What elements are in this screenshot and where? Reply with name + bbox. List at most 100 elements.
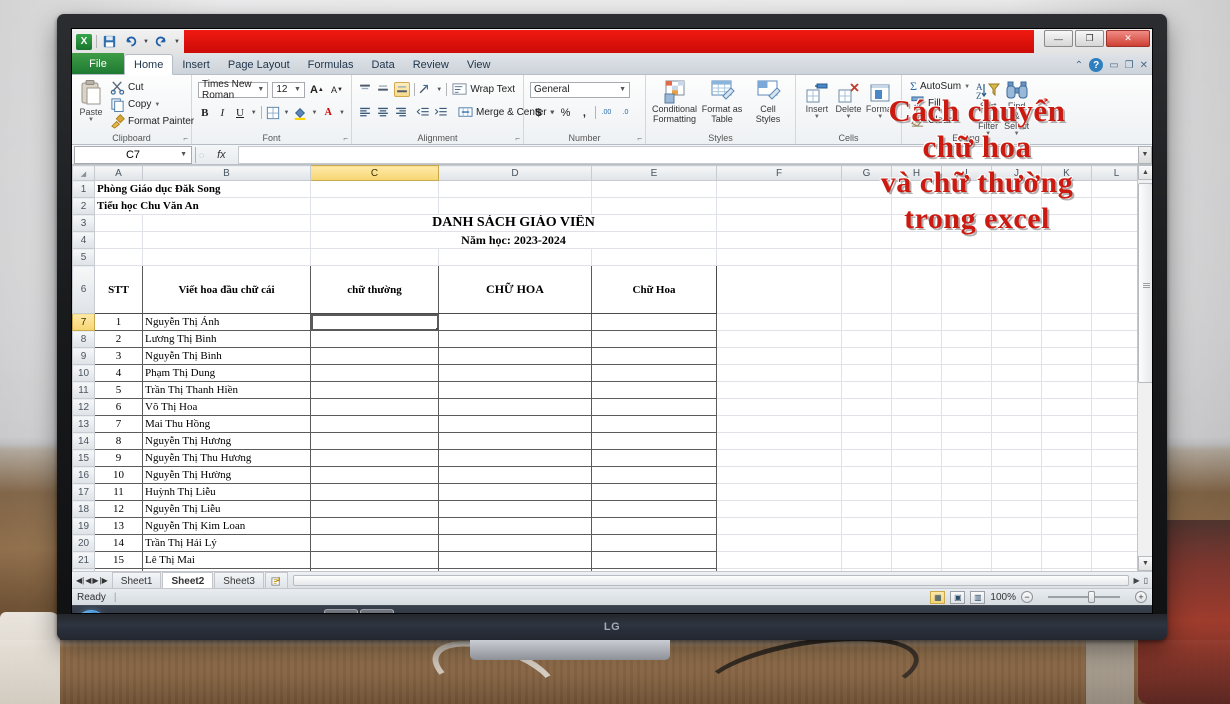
copy-dropdown-icon[interactable]: ▼ — [154, 102, 160, 108]
cell-a1[interactable]: Phòng Giáo dục Đăk Song — [94, 180, 311, 198]
cell-d9[interactable] — [438, 347, 592, 365]
cell-i4[interactable] — [941, 231, 992, 249]
cell-j15[interactable] — [991, 449, 1042, 467]
cell-g4[interactable] — [841, 231, 892, 249]
font-dialog-launcher-icon[interactable]: ⌐ — [343, 134, 348, 143]
cell-b5[interactable] — [142, 248, 311, 266]
table-row[interactable]: 18 12 Nguyễn Thị Liễu — [72, 500, 1142, 518]
row-header-11[interactable]: 11 — [72, 381, 95, 399]
cell-h18[interactable] — [891, 500, 942, 518]
column-header-a[interactable]: A — [94, 165, 143, 181]
cell-b18[interactable]: Nguyễn Thị Liễu — [142, 500, 311, 518]
cell-d2[interactable] — [438, 197, 592, 215]
zoom-slider-knob[interactable] — [1088, 591, 1095, 603]
cell-i14[interactable] — [941, 432, 992, 450]
cell-a2[interactable]: Tiểu học Chu Văn An — [94, 197, 311, 215]
cell-c21[interactable] — [310, 551, 439, 569]
underline-dropdown-icon[interactable]: ▼ — [251, 110, 257, 116]
column-header-b[interactable]: B — [142, 165, 311, 181]
cell-l16[interactable] — [1091, 466, 1142, 484]
column-header-j[interactable]: J — [991, 165, 1042, 181]
find-select-button[interactable]: Find & Select ▼ — [1004, 79, 1029, 137]
cell-a17[interactable]: 11 — [94, 483, 143, 501]
cell-i2[interactable] — [941, 197, 992, 215]
cell-l1[interactable] — [1091, 180, 1142, 198]
clipboard-dialog-launcher-icon[interactable]: ⌐ — [183, 134, 188, 143]
cell-c9[interactable] — [310, 347, 439, 365]
table-row[interactable]: 2 Tiểu học Chu Văn An — [72, 197, 1142, 215]
last-sheet-icon[interactable]: |▶ — [100, 576, 108, 585]
cell-i8[interactable] — [941, 330, 992, 348]
cell-a5[interactable] — [94, 248, 143, 266]
normal-view-button[interactable]: ▦ — [930, 590, 946, 604]
redo-icon[interactable] — [153, 33, 170, 50]
ribbon-window-icons[interactable]: ⌃ ? ▭ ❐ ✕ — [1075, 58, 1148, 72]
increase-indent-button[interactable] — [434, 105, 448, 120]
cell-f3[interactable] — [716, 214, 842, 232]
cell-k14[interactable] — [1041, 432, 1092, 450]
cell-h2[interactable] — [891, 197, 942, 215]
cell-g5[interactable] — [841, 248, 892, 266]
cell-f4[interactable] — [716, 231, 842, 249]
column-header-e[interactable]: E — [591, 165, 717, 181]
cell-c22[interactable] — [310, 568, 439, 571]
row-header-2[interactable]: 2 — [72, 197, 95, 215]
table-row[interactable]: 16 10 Nguyễn Thị Hường — [72, 466, 1142, 484]
cell-g16[interactable] — [841, 466, 892, 484]
cell-k17[interactable] — [1041, 483, 1092, 501]
cell-k21[interactable] — [1041, 551, 1092, 569]
cell-a16[interactable]: 10 — [94, 466, 143, 484]
cell-a12[interactable]: 6 — [94, 398, 143, 416]
cell-d21[interactable] — [438, 551, 592, 569]
cell-d20[interactable] — [438, 534, 592, 552]
maximize-button[interactable]: ❐ — [1075, 30, 1104, 47]
format-dropdown-icon[interactable]: ▼ — [877, 114, 883, 120]
cell-a20[interactable]: 14 — [94, 534, 143, 552]
cell-h5[interactable] — [891, 248, 942, 266]
cell-l6[interactable] — [1091, 265, 1142, 314]
header-cell-e[interactable]: Chữ Hoa — [591, 265, 717, 314]
tab-formulas[interactable]: Formulas — [299, 55, 363, 74]
row-header-21[interactable]: 21 — [72, 551, 95, 569]
cell-i5[interactable] — [941, 248, 992, 266]
column-header-d[interactable]: D — [438, 165, 592, 181]
spreadsheet-grid[interactable]: ◢ A B C D E F G H I J K L 1 Phòng Giáo d… — [72, 165, 1152, 571]
first-sheet-icon[interactable]: ◀| — [76, 576, 84, 585]
close-window-icon[interactable]: ✕ — [1140, 60, 1148, 71]
cell-i16[interactable] — [941, 466, 992, 484]
undo-icon[interactable] — [122, 33, 139, 50]
table-row[interactable]: 1 Phòng Giáo dục Đăk Song — [72, 180, 1142, 198]
cell-l19[interactable] — [1091, 517, 1142, 535]
cell-g17[interactable] — [841, 483, 892, 501]
cell-i21[interactable] — [941, 551, 992, 569]
cell-b4[interactable] — [142, 231, 311, 249]
cell-h19[interactable] — [891, 517, 942, 535]
decrease-font-size-button[interactable]: A ▼ — [329, 82, 345, 98]
cell-a4[interactable] — [94, 231, 143, 249]
italic-button[interactable]: I — [216, 105, 230, 121]
table-row[interactable]: 20 14 Trần Thị Hải Lý — [72, 534, 1142, 552]
cell-f19[interactable] — [716, 517, 842, 535]
cell-i15[interactable] — [941, 449, 992, 467]
row-header-9[interactable]: 9 — [72, 347, 95, 365]
cell-e18[interactable] — [591, 500, 717, 518]
increase-decimal-button[interactable]: .00 — [598, 105, 615, 121]
redo-dropdown-icon[interactable]: ▼ — [174, 39, 180, 45]
cell-j7[interactable] — [991, 313, 1042, 331]
cell-styles-button[interactable]: Cell Styles — [747, 80, 789, 124]
cell-f9[interactable] — [716, 347, 842, 365]
cell-l10[interactable] — [1091, 364, 1142, 382]
cell-e5[interactable] — [591, 248, 717, 266]
zoom-out-button[interactable]: − — [1021, 591, 1033, 603]
scroll-end-icon[interactable]: ▯ — [1144, 576, 1152, 585]
number-dialog-launcher-icon[interactable]: ⌐ — [637, 134, 642, 143]
cell-j20[interactable] — [991, 534, 1042, 552]
fill-button[interactable]: Fill ▼ — [908, 96, 972, 111]
cell-g11[interactable] — [841, 381, 892, 399]
status-bar-right[interactable]: ▦ ▣ ▥ 100% − + — [930, 590, 1147, 604]
orientation-button[interactable] — [418, 82, 432, 97]
cell-h1[interactable] — [891, 180, 942, 198]
cell-e22[interactable] — [591, 568, 717, 571]
cell-k7[interactable] — [1041, 313, 1092, 331]
cell-k1[interactable] — [1041, 180, 1092, 198]
